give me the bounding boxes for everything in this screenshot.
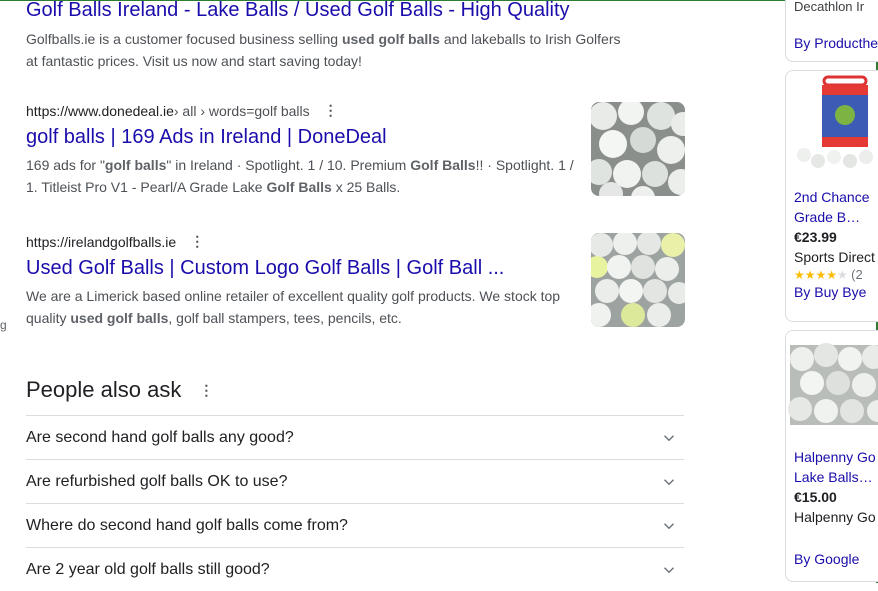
chevron-down-icon [663, 566, 675, 573]
chevron-down-icon [663, 434, 675, 441]
people-also-ask-heading: People also ask ⋮ [26, 377, 214, 402]
more-options-icon[interactable]: ⋮ [199, 382, 213, 399]
shopping-card-halpenny[interactable]: Halpenny Go Lake Balls… €15.00 Halpenny … [785, 330, 878, 582]
shopping-card-top[interactable]: Decathlon Ir By Producthe [785, 0, 878, 62]
paa-question[interactable]: Are refurbished golf balls OK to use? [26, 459, 684, 503]
seller-link[interactable]: By Producthe [794, 33, 878, 53]
product-image [786, 331, 878, 441]
product-price: €15.00 [794, 489, 837, 505]
paa-question[interactable]: Where do second hand golf balls come fro… [26, 503, 684, 547]
result-snippet: Golfballs.ie is a customer focused busin… [26, 31, 621, 69]
paa-question[interactable]: Are 2 year old golf balls still good? [26, 547, 684, 591]
product-title-link[interactable]: Grade B… [794, 207, 878, 227]
product-title-link[interactable]: Lake Balls… [794, 467, 878, 487]
golf-balls-thumbnail[interactable] [591, 233, 685, 327]
result-title-link[interactable]: golf balls | 169 Ads in Ireland | DoneDe… [26, 124, 686, 150]
more-options-icon[interactable]: ⋮ [324, 102, 338, 119]
seller-link[interactable]: By Buy Bye [794, 282, 878, 302]
more-options-icon[interactable]: ⋮ [190, 233, 204, 250]
product-title-link[interactable]: 2nd Chance [794, 187, 878, 207]
search-result-golfballs: Golf Balls Ireland - Lake Balls / Used G… [26, 0, 686, 72]
shopping-card-2nd-chance[interactable]: 2nd Chance Grade B… €23.99 Sports Direct… [785, 70, 878, 322]
result-url[interactable]: https://www.donedeal.ie › all › words=go… [26, 102, 686, 119]
product-seller: Sports Direct [794, 249, 875, 265]
product-title-link[interactable]: Halpenny Go [794, 447, 878, 467]
product-image [786, 71, 878, 181]
result-url[interactable]: https://irelandgolfballs.ie ⋮ [26, 233, 686, 250]
chevron-down-icon [663, 522, 675, 529]
chevron-down-icon [663, 478, 675, 485]
product-seller: Halpenny Go [794, 509, 876, 525]
people-also-ask-list: Are second hand golf balls any good? Are… [26, 415, 684, 591]
golf-balls-thumbnail[interactable] [591, 102, 685, 196]
rating-stars: ★★★★★ (2 [794, 267, 863, 282]
result-title-link[interactable]: Golf Balls Ireland - Lake Balls / Used G… [26, 0, 686, 23]
left-edge-fragment: g [0, 318, 7, 332]
paa-question[interactable]: Are second hand golf balls any good? [26, 415, 684, 459]
result-title-link[interactable]: Used Golf Balls | Custom Logo Golf Balls… [26, 255, 566, 281]
search-result-donedeal: https://www.donedeal.ie › all › words=go… [26, 102, 686, 198]
result-snippet: 169 ads for "golf balls" in Ireland · Sp… [26, 157, 574, 195]
search-result-irelandgolfballs: https://irelandgolfballs.ie ⋮ Used Golf … [26, 233, 686, 329]
result-snippet: We are a Limerick based online retailer … [26, 288, 561, 326]
product-price: €23.99 [794, 229, 837, 245]
seller-link[interactable]: By Google [794, 549, 878, 569]
